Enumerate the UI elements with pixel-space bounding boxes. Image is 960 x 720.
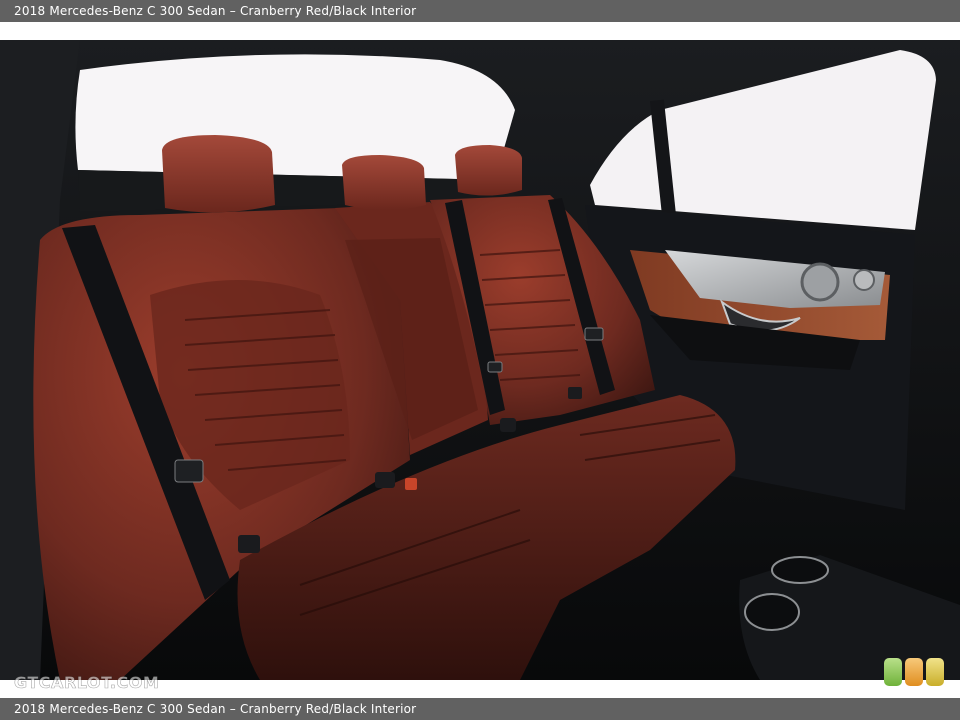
- headrest-right: [455, 145, 522, 196]
- site-logo-icon: [884, 658, 944, 686]
- caption-bottom: 2018 Mercedes-Benz C 300 Sedan – Cranber…: [0, 698, 960, 720]
- headrest-middle: [342, 155, 426, 210]
- headrest-left: [162, 135, 275, 213]
- watermark-text: GTCARLOT.COM: [14, 673, 160, 693]
- interior-photo: [0, 40, 960, 680]
- caption-top: 2018 Mercedes-Benz C 300 Sedan – Cranber…: [0, 0, 960, 22]
- rear-window: [75, 54, 515, 180]
